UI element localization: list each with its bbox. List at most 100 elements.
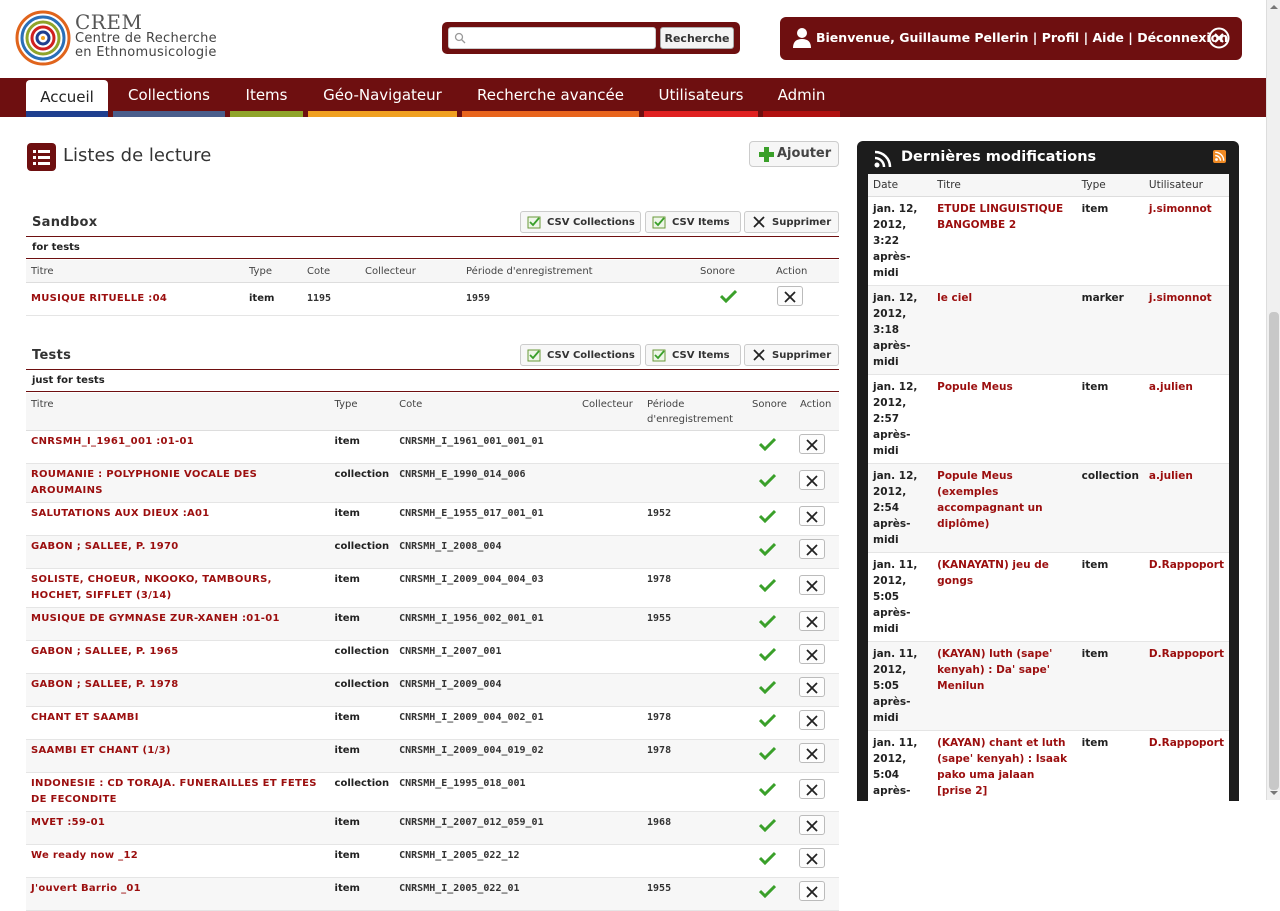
column-header[interactable]: Cote bbox=[302, 260, 360, 283]
rss-feed-icon[interactable] bbox=[1213, 150, 1226, 163]
add-playlist-button[interactable]: Ajouter bbox=[749, 141, 839, 167]
help-link[interactable]: Aide bbox=[1093, 30, 1124, 45]
delete-playlist-button[interactable]: Supprimer bbox=[744, 211, 839, 233]
row-title-link[interactable]: MUSIQUE DE GYMNASE ZUR-XANEH :01-01 bbox=[31, 613, 280, 624]
row-title-link[interactable]: We ready now _12 bbox=[31, 850, 138, 861]
column-header[interactable]: Type bbox=[244, 260, 302, 283]
row-title-link[interactable]: ETUDE LINGUISTIQUE BANGOMBE 2 bbox=[937, 203, 1063, 231]
profile-link[interactable]: Profil bbox=[1042, 30, 1079, 45]
row-user-link[interactable]: D.Rappoport bbox=[1149, 737, 1224, 749]
row-cote: CNRSMH_I_2005_022_12 bbox=[394, 844, 578, 878]
column-header[interactable]: Collecteur bbox=[360, 260, 461, 283]
date-line: 2012, bbox=[873, 218, 907, 231]
column-header[interactable]: Sonore bbox=[695, 260, 771, 283]
nav-recherche-avancee[interactable]: Recherche avancée bbox=[462, 78, 639, 117]
scroll-thumb[interactable] bbox=[1269, 312, 1279, 790]
row-title-link[interactable]: (KAYAN) luth (sape' kenyah) : Da' sape' … bbox=[937, 648, 1052, 692]
remove-row-button[interactable] bbox=[798, 881, 825, 901]
nav-geo-navigateur[interactable]: Géo-Navigateur bbox=[308, 78, 457, 117]
row-title-link[interactable]: GABON ; SALLEE, P. 1965 bbox=[31, 646, 179, 657]
row-title-link[interactable]: (KANAYATN) jeu de gongs bbox=[937, 559, 1049, 587]
remove-row-button[interactable] bbox=[798, 677, 825, 697]
row-title-link[interactable]: SAAMBI ET CHANT (1/3) bbox=[31, 745, 171, 756]
row-collector bbox=[577, 673, 643, 707]
search-button[interactable]: Recherche bbox=[660, 27, 734, 49]
row-title-link[interactable]: le ciel bbox=[937, 292, 972, 304]
remove-row-button[interactable] bbox=[798, 539, 825, 559]
remove-row-button[interactable] bbox=[798, 575, 825, 595]
row-title-link[interactable]: ROUMANIE : POLYPHONIE VOCALE DES AROUMAI… bbox=[31, 469, 257, 496]
row-user-link[interactable]: j.simonnot bbox=[1149, 203, 1212, 215]
row-date: jan. 12, 2012, 3:18 après-midi bbox=[868, 285, 933, 375]
column-header[interactable]: Type bbox=[329, 393, 395, 431]
remove-row-button[interactable] bbox=[798, 611, 825, 631]
user-box: Bienvenue, Guillaume Pellerin | Profil |… bbox=[780, 17, 1242, 60]
logo-line2: en Ethnomusicologie bbox=[75, 45, 217, 60]
column-header[interactable]: Titre bbox=[26, 393, 330, 431]
column-header[interactable]: Période d'enregistrement bbox=[461, 260, 695, 283]
remove-row-button[interactable] bbox=[798, 470, 825, 490]
column-header[interactable]: Période d'enregistrement bbox=[642, 393, 747, 431]
logo-text[interactable]: CREM Centre de Recherche en Ethnomusicol… bbox=[75, 12, 217, 60]
remove-row-button[interactable] bbox=[798, 644, 825, 664]
column-header[interactable]: Titre bbox=[26, 260, 244, 283]
csv-collections-button[interactable]: CSV Collections bbox=[520, 344, 641, 366]
nav-color-bar bbox=[26, 111, 108, 117]
remove-row-button[interactable] bbox=[798, 743, 825, 763]
nav-items[interactable]: Items bbox=[230, 78, 303, 117]
row-title-link[interactable]: Popule Meus bbox=[937, 381, 1013, 393]
table-row: jan. 12, 2012, 3:18 après-midi le ciel marker… bbox=[868, 285, 1229, 375]
row-user-link[interactable]: j.simonnot bbox=[1149, 292, 1212, 304]
row-title-link[interactable]: CHANT ET SAAMBI bbox=[31, 712, 139, 723]
row-title-link[interactable]: SALUTATIONS AUX DIEUX :A01 bbox=[31, 508, 210, 519]
button-label: CSV Collections bbox=[547, 350, 635, 361]
search-input[interactable] bbox=[448, 27, 656, 49]
row-cote: 1195 bbox=[302, 282, 360, 316]
remove-row-button[interactable] bbox=[798, 779, 825, 799]
row-title-link[interactable]: MUSIQUE RITUELLE :04 bbox=[31, 293, 167, 304]
check-icon bbox=[758, 680, 776, 694]
remove-row-button[interactable] bbox=[798, 434, 825, 454]
page-scrollbar[interactable] bbox=[1266, 0, 1280, 800]
nav-admin[interactable]: Admin bbox=[763, 78, 840, 117]
row-user-link[interactable]: a.julien bbox=[1149, 470, 1193, 482]
csv-items-button[interactable]: CSV Items bbox=[645, 211, 741, 233]
nav-accueil[interactable]: Accueil bbox=[26, 80, 108, 117]
csv-icon bbox=[652, 216, 666, 229]
nav-collections[interactable]: Collections bbox=[113, 78, 225, 117]
column-header[interactable]: Action bbox=[771, 260, 839, 283]
row-title-link[interactable]: MVET :59-01 bbox=[31, 817, 105, 828]
column-header[interactable]: Action bbox=[794, 393, 839, 431]
row-user-link[interactable]: D.Rappoport bbox=[1149, 559, 1224, 571]
nav-utilisateurs[interactable]: Utilisateurs bbox=[644, 78, 758, 117]
scroll-up-icon[interactable] bbox=[1270, 3, 1278, 11]
crem-logo-icon[interactable] bbox=[14, 8, 72, 66]
column-header[interactable]: Collecteur bbox=[577, 393, 643, 431]
row-user-link[interactable]: a.julien bbox=[1149, 381, 1193, 393]
column-header[interactable]: Sonore bbox=[746, 393, 795, 431]
row-title-link[interactable]: (KAYAN) chant et luth (sape' kenyah) : I… bbox=[937, 737, 1067, 797]
remove-row-button[interactable] bbox=[798, 815, 825, 835]
csv-items-button[interactable]: CSV Items bbox=[645, 344, 741, 366]
row-title-link[interactable]: GABON ; SALLEE, P. 1978 bbox=[31, 679, 179, 690]
column-header[interactable]: Cote bbox=[394, 393, 578, 431]
row-user-link[interactable]: D.Rappoport bbox=[1149, 648, 1224, 660]
logout-icon[interactable] bbox=[1208, 27, 1230, 49]
row-type: item bbox=[1076, 196, 1144, 286]
remove-row-button[interactable] bbox=[798, 710, 825, 730]
remove-row-button[interactable] bbox=[777, 286, 803, 306]
row-title-link[interactable]: J'ouvert Barrio _01 bbox=[31, 883, 141, 894]
close-icon bbox=[806, 475, 818, 487]
row-title-link[interactable]: SOLISTE, CHOEUR, NKOOKO, TAMBOURS, HOCHE… bbox=[31, 574, 272, 601]
delete-playlist-button[interactable]: Supprimer bbox=[744, 344, 839, 366]
row-title-link[interactable]: Popule Meus (exemples accompagnant un di… bbox=[937, 470, 1042, 530]
date-line: midi bbox=[873, 266, 899, 279]
remove-row-button[interactable] bbox=[798, 506, 825, 526]
remove-row-button[interactable] bbox=[798, 848, 825, 868]
row-title-link[interactable]: GABON ; SALLEE, P. 1970 bbox=[31, 541, 179, 552]
row-period: 1978 bbox=[642, 706, 747, 740]
row-title-link[interactable]: CNRSMH_I_1961_001 :01-01 bbox=[31, 436, 194, 447]
scroll-down-icon[interactable] bbox=[1270, 789, 1278, 797]
csv-collections-button[interactable]: CSV Collections bbox=[520, 211, 641, 233]
row-title-link[interactable]: INDONESIE : CD TORAJA. FUNERAILLES ET FE… bbox=[31, 778, 317, 805]
